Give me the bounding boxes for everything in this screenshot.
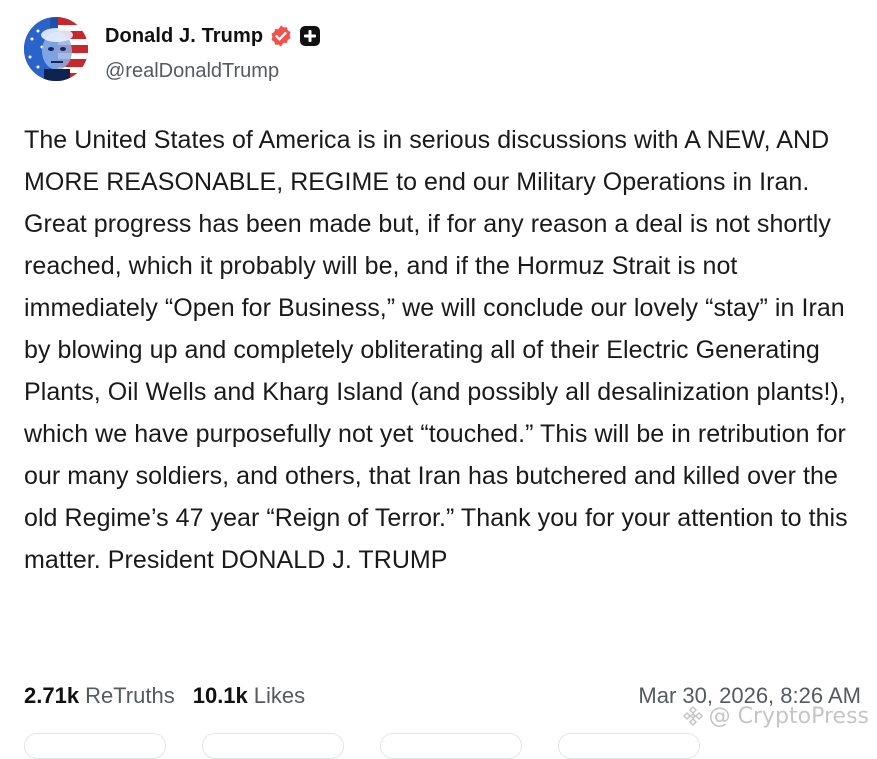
likes-count: 10.1k — [192, 683, 248, 708]
author-handle[interactable]: @realDonaldTrump — [105, 60, 321, 83]
retruths-stat[interactable]: 2.71k ReTruths — [24, 683, 175, 709]
likes-label: Likes — [253, 683, 306, 708]
action-bar — [24, 733, 864, 759]
avatar-image — [24, 17, 88, 81]
verified-badge-icon — [269, 24, 293, 48]
retruths-label: ReTruths — [85, 683, 175, 708]
post-text: The United States of America is in serio… — [24, 126, 855, 574]
share-button[interactable] — [558, 733, 700, 759]
retruths-count: 2.71k — [24, 683, 80, 708]
post-header: Donald J. Trump @realDonaldTrump — [24, 17, 321, 83]
post-stats: 2.71k ReTruths 10.1k Likes — [24, 680, 323, 712]
avatar[interactable] — [24, 17, 88, 81]
author-identity: Donald J. Trump @realDonaldTrump — [105, 17, 321, 83]
likes-stat[interactable]: 10.1k Likes — [193, 683, 305, 709]
post-card: Donald J. Trump @realDonaldTrump The Uni… — [0, 0, 877, 759]
watermark-text: @ CryptoPress — [708, 703, 869, 729]
retruth-button[interactable] — [202, 733, 344, 759]
binance-logo-icon — [681, 704, 705, 728]
reply-button[interactable] — [24, 733, 166, 759]
like-button[interactable] — [380, 733, 522, 759]
plus-square-icon[interactable] — [299, 25, 321, 47]
watermark: @ CryptoPress — [681, 701, 869, 731]
author-display-name[interactable]: Donald J. Trump — [105, 25, 263, 48]
name-row: Donald J. Trump — [105, 22, 321, 50]
